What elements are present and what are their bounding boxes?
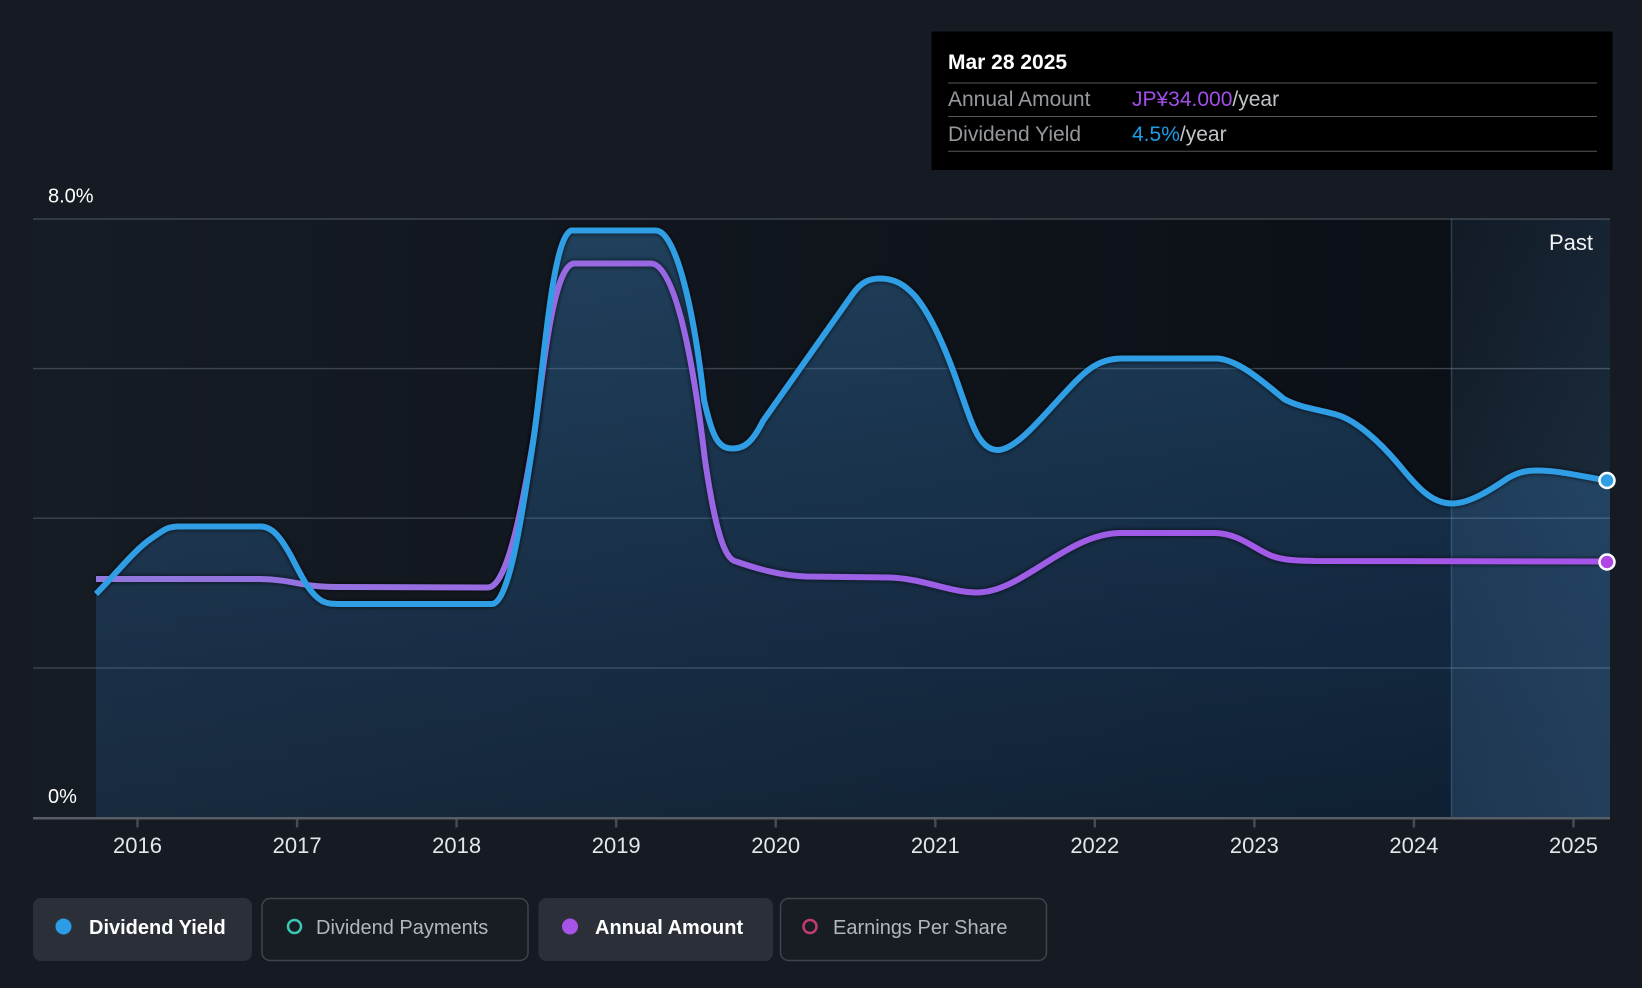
svg-text:Mar 28 2025: Mar 28 2025 (948, 51, 1067, 74)
svg-text:2021: 2021 (911, 833, 960, 858)
svg-text:Dividend Yield: Dividend Yield (89, 917, 226, 939)
svg-text:2019: 2019 (592, 833, 641, 858)
svg-text:Annual Amount: Annual Amount (595, 917, 743, 939)
svg-text:Annual Amount: Annual Amount (948, 88, 1091, 111)
svg-text:2022: 2022 (1070, 833, 1119, 858)
svg-text:2018: 2018 (432, 833, 481, 858)
svg-text:Earnings Per Share: Earnings Per Share (833, 917, 1008, 939)
svg-text:8.0%: 8.0% (48, 186, 94, 208)
svg-text:Dividend Yield: Dividend Yield (948, 123, 1081, 146)
svg-text:2024: 2024 (1389, 833, 1438, 858)
svg-text:2017: 2017 (273, 833, 322, 858)
svg-text:JP¥34.000/year: JP¥34.000/year (1132, 88, 1279, 111)
svg-text:2016: 2016 (113, 833, 162, 858)
svg-text:Past: Past (1549, 230, 1593, 255)
svg-text:2020: 2020 (751, 833, 800, 858)
svg-text:2023: 2023 (1230, 833, 1279, 858)
svg-text:Dividend Payments: Dividend Payments (316, 917, 488, 939)
svg-text:4.5%/year: 4.5%/year (1132, 123, 1227, 146)
svg-text:2025: 2025 (1549, 833, 1598, 858)
svg-text:0%: 0% (48, 786, 77, 808)
